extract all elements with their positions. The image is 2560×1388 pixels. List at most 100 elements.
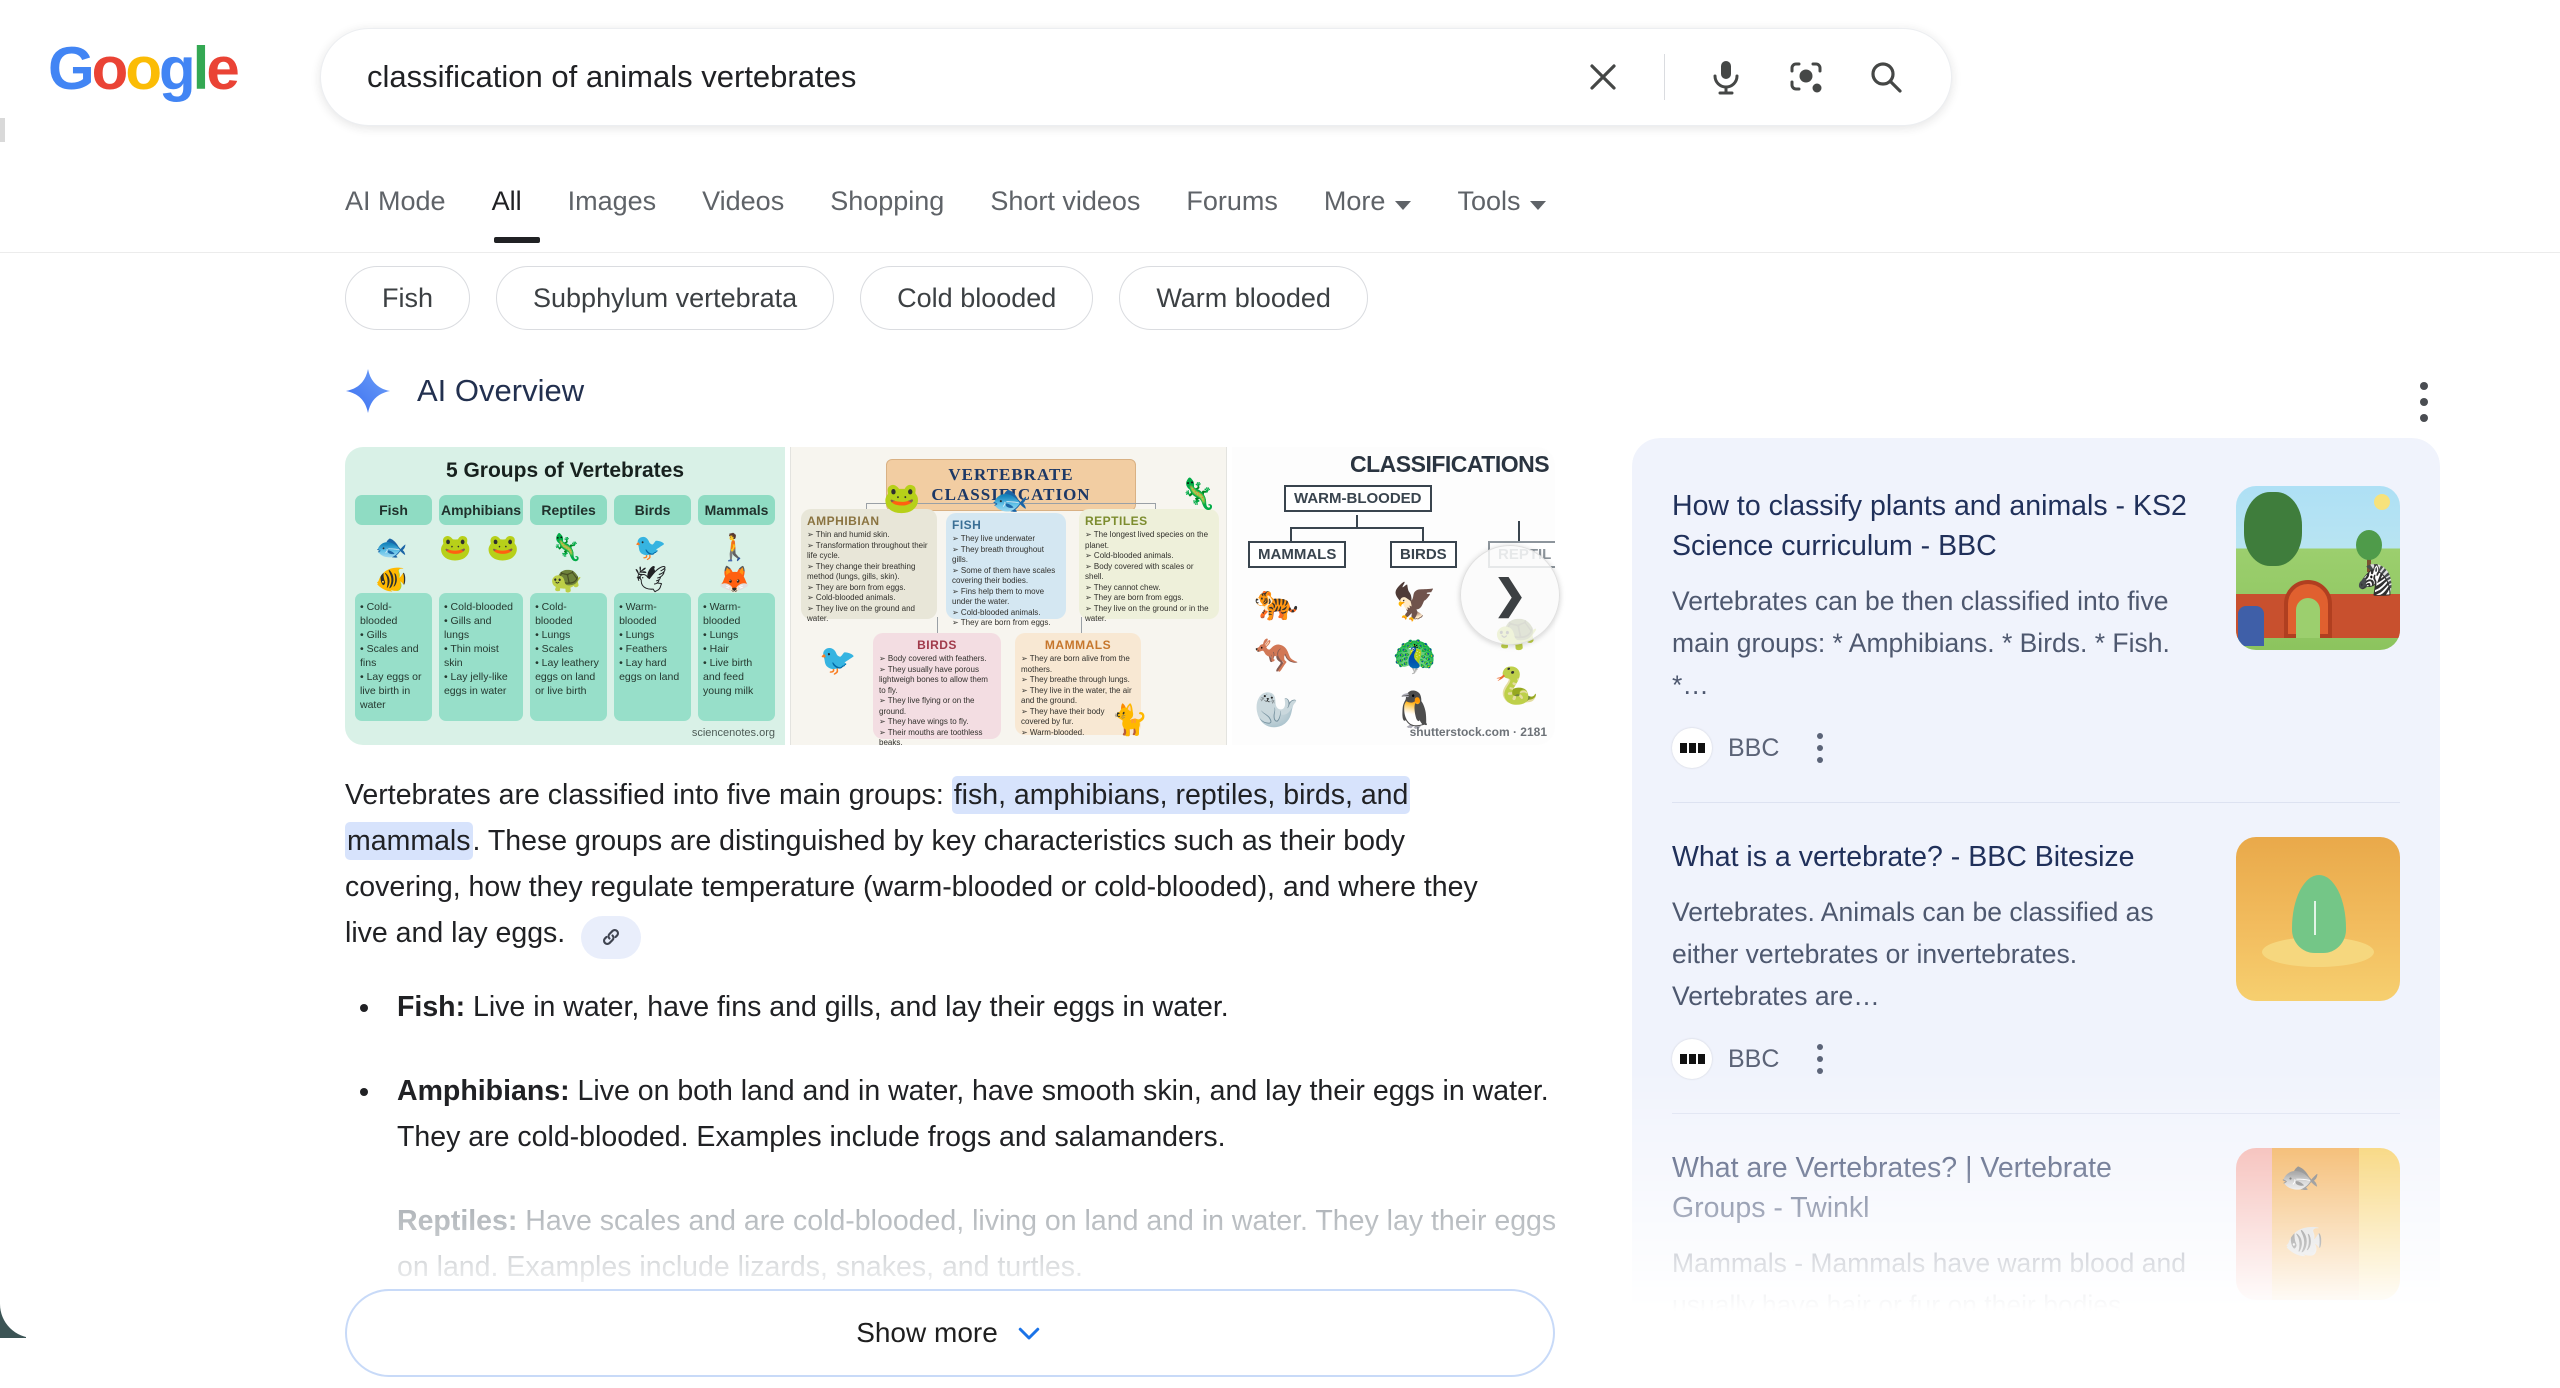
show-more-button[interactable]: Show more [345,1289,1555,1377]
show-more-label: Show more [856,1317,998,1349]
bullet-term: Reptiles: [397,1205,517,1237]
bird-illustrations: 🐦 🕊 [614,525,691,593]
chevron-down-icon [1014,1318,1044,1348]
sailfish-photo: 🐟 [991,483,1028,518]
connector-line [1290,527,1292,541]
google-lens-icon[interactable] [1787,58,1825,96]
bbc-favicon [1672,1039,1712,1079]
hummingbird-photo: 🐦 [819,643,856,678]
card-divider [1672,1113,2400,1114]
tab-more-label: More [1324,186,1386,216]
tab-tools-label: Tools [1457,186,1520,216]
source-thumbnail[interactable]: 🐟 🐠 [2236,1148,2400,1300]
chip-fish[interactable]: Fish [345,266,470,330]
ai-overview-menu-button[interactable] [2420,378,2428,426]
carousel-next-button[interactable]: ❯ [1460,545,1560,645]
source-snippet: Vertebrates. Animals can be classified a… [1672,891,2210,1017]
infographic-title: 5 Groups of Vertebrates [345,447,785,483]
column-header: Amphibians [439,495,523,525]
source-title[interactable]: How to classify plants and animals - KS2… [1672,486,2210,566]
tab-tools[interactable]: Tools [1457,186,1546,243]
source-menu-button[interactable] [1817,1041,1823,1077]
tab-ai-mode[interactable]: AI Mode [345,186,446,243]
frog-photo: 🐸 [883,481,920,516]
dinosaur-graphic [2292,875,2346,953]
source-card[interactable]: What is a vertebrate? - BBC Bitesize Ver… [1672,837,2400,1079]
source-card[interactable]: How to classify plants and animals - KS2… [1672,486,2400,768]
shutterstock-watermark: shutterstock.com · 2181 [1410,725,1547,739]
source-name: Twinkl [1728,1354,1797,1383]
search-icon[interactable] [1867,58,1905,96]
google-logo[interactable]: Google [48,34,237,103]
tab-shopping[interactable]: Shopping [830,186,944,243]
filter-chips: Fish Subphylum vertebrata Cold blooded W… [345,266,1368,330]
source-menu-button[interactable] [1835,1350,1841,1386]
connector-line [1518,521,1520,541]
twinkl-favicon: twinkl [1672,1348,1712,1388]
carousel-image-5-groups[interactable]: 5 Groups of Vertebrates Fish🐟 🐠• Cold-bl… [345,447,785,745]
column-header: Mammals [698,495,775,525]
source-snippet: Mammals - Mammals have warm blood and us… [1672,1242,2210,1326]
group-title: MAMMALS [1021,638,1135,652]
connector-line [1356,515,1358,527]
sun-graphic [2374,494,2390,510]
group-title: REPTILES [1085,514,1213,528]
tab-short-videos[interactable]: Short videos [990,186,1140,243]
connector-line [1422,527,1424,541]
stripe-graphic: 🐟 🐠 [2272,1148,2359,1300]
group-facts: ➢ They live underwater ➢ They breath thr… [952,534,1060,629]
source-thumbnail[interactable] [2236,837,2400,1001]
paragraph-text: Vertebrates are classified into five mai… [345,779,952,811]
group-facts: ➢ The longest lived species on the plane… [1085,530,1213,625]
reptile-illustrations: 🦎 🐢 [530,525,607,593]
group-title: BIRDS [879,638,995,652]
ai-overview-bullet-list: Fish: Live in water, have fins and gills… [383,984,1563,1328]
bullet-desc: Live on both land and in water, have smo… [397,1075,1549,1153]
trait-list: • Cold-blooded • Gills • Scales and fins… [355,593,432,721]
image-credit: sciencenotes.org [692,727,775,739]
tab-forums[interactable]: Forums [1186,186,1278,243]
group-title: AMPHIBIAN [807,514,931,528]
tree-node-mammals: MAMMALS [1248,541,1346,568]
chip-warm-blooded[interactable]: Warm blooded [1119,266,1368,330]
source-title[interactable]: What are Vertebrates? | Vertebrate Group… [1672,1148,2210,1228]
trait-list: • Warm-blooded • Lungs • Feathers • Lay … [614,593,691,721]
tree-node-warm-blooded: WARM-BLOODED [1284,485,1432,512]
paragraph-text: . These groups are distinguished by key … [345,825,1478,949]
clear-icon[interactable] [1584,58,1622,96]
source-name: BBC [1728,1045,1779,1074]
ai-overview-title: AI Overview [417,373,584,409]
bullet-reptiles-faded: Reptiles: Have scales and are cold-blood… [383,1198,1563,1290]
ai-sparkle-icon [345,368,391,414]
carousel-image-vertebrate-classification[interactable]: VERTEBRATE CLASSIFICATION AMPHIBIAN➢ Thi… [790,447,1227,745]
source-name: BBC [1728,734,1779,763]
source-thumbnail[interactable]: 🦓 [2236,486,2400,650]
tab-more[interactable]: More [1324,186,1412,243]
search-input[interactable] [367,59,1584,95]
group-title: FISH [952,518,1060,532]
microphone-icon[interactable] [1707,58,1745,96]
bullet-amphibians: Amphibians: Live on both land and in wat… [383,1068,1563,1160]
source-title[interactable]: What is a vertebrate? - BBC Bitesize [1672,837,2210,877]
logo-letter: G [48,35,92,102]
citation-link-button[interactable] [581,916,641,959]
tab-images[interactable]: Images [568,186,657,243]
tree-node-birds: BIRDS [1390,541,1457,568]
tab-videos[interactable]: Videos [702,186,784,243]
stripe-graphic [2236,1148,2272,1300]
logo-letter: l [193,35,207,102]
bbc-favicon [1672,728,1712,768]
tab-all[interactable]: All [492,186,522,243]
result-tabs: AI Mode All Images Videos Shopping Short… [345,186,1546,243]
active-tab-underline [494,237,540,243]
group-facts: ➢ Body covered with feathers. ➢ They usu… [879,654,995,745]
chameleon-photo: 🦎 [1179,477,1216,512]
infographic-title: CLASSIFICATIONS OF VE [1350,451,1555,478]
chip-cold-blooded[interactable]: Cold blooded [860,266,1093,330]
chip-subphylum-vertebrata[interactable]: Subphylum vertebrata [496,266,834,330]
tree-graphic [2356,530,2382,560]
source-card[interactable]: What are Vertebrates? | Vertebrate Group… [1672,1148,2400,1388]
search-bar[interactable] [320,28,1952,126]
card-divider [1672,802,2400,803]
source-menu-button[interactable] [1817,730,1823,766]
